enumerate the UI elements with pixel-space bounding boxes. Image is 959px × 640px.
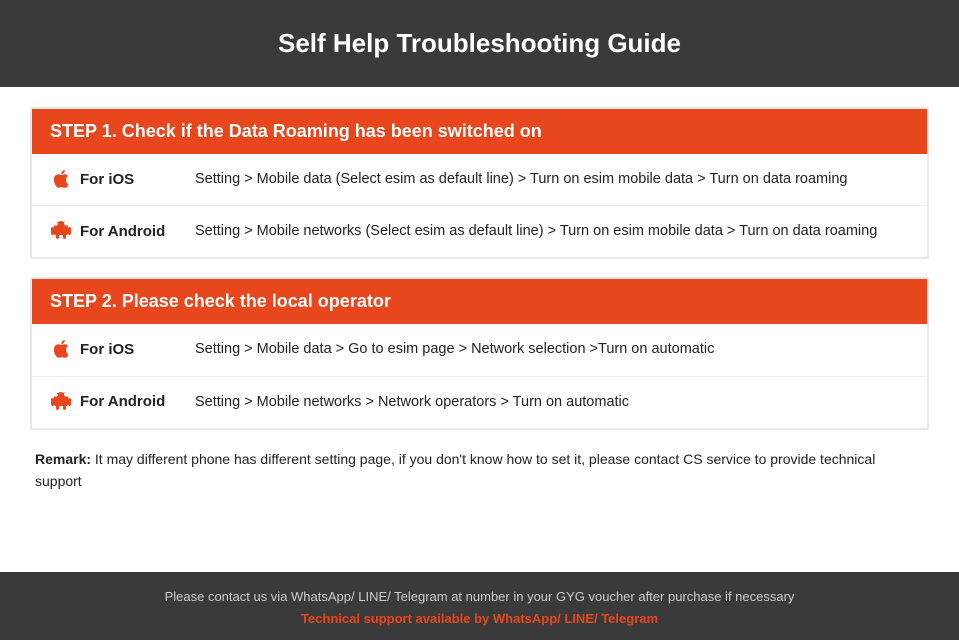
android-icon-2: [50, 391, 72, 413]
step2-ios-row: For iOS Setting > Mobile data > Go to es…: [32, 324, 927, 376]
footer-line1: Please contact us via WhatsApp/ LINE/ Te…: [20, 586, 939, 608]
remark-text: It may different phone has different set…: [35, 451, 875, 489]
step1-android-row: For Android Setting > Mobile networks (S…: [32, 206, 927, 257]
step1-ios-row: For iOS Setting > Mobile data (Select es…: [32, 154, 927, 206]
step1-header: STEP 1. Check if the Data Roaming has be…: [32, 109, 927, 154]
step2-android-platform: For Android: [80, 393, 165, 410]
step1-android-platform: For Android: [80, 223, 165, 240]
step1-card: STEP 1. Check if the Data Roaming has be…: [30, 107, 929, 259]
page-title: Self Help Troubleshooting Guide: [20, 28, 939, 59]
step1-android-text: Setting > Mobile networks (Select esim a…: [195, 220, 909, 243]
step2-title: STEP 2. Please check the local operator: [50, 291, 391, 311]
step2-ios-text: Setting > Mobile data > Go to esim page …: [195, 338, 909, 361]
main-content: STEP 1. Check if the Data Roaming has be…: [0, 87, 959, 572]
footer-line2: Technical support available by WhatsApp/…: [20, 608, 939, 630]
step1-ios-text: Setting > Mobile data (Select esim as de…: [195, 168, 909, 191]
step2-android-label: For Android: [50, 391, 195, 413]
step2-card: STEP 2. Please check the local operator …: [30, 277, 929, 429]
apple-icon-2: [50, 338, 72, 360]
remark-label: Remark:: [35, 451, 91, 467]
step1-android-label: For Android: [50, 220, 195, 242]
step2-android-row: For Android Setting > Mobile networks > …: [32, 377, 927, 428]
step1-ios-label: For iOS: [50, 168, 195, 190]
step2-android-text: Setting > Mobile networks > Network oper…: [195, 391, 909, 414]
footer: Please contact us via WhatsApp/ LINE/ Te…: [0, 572, 959, 640]
apple-icon: [50, 168, 72, 190]
step2-header: STEP 2. Please check the local operator: [32, 279, 927, 324]
page-header: Self Help Troubleshooting Guide: [0, 0, 959, 87]
step2-ios-label: For iOS: [50, 338, 195, 360]
android-icon: [50, 220, 72, 242]
step1-title: STEP 1. Check if the Data Roaming has be…: [50, 121, 542, 141]
step1-body: For iOS Setting > Mobile data (Select es…: [32, 154, 927, 257]
remark-section: Remark: It may different phone has diffe…: [30, 448, 929, 493]
step2-ios-platform: For iOS: [80, 341, 134, 358]
step1-ios-platform: For iOS: [80, 171, 134, 188]
step2-body: For iOS Setting > Mobile data > Go to es…: [32, 324, 927, 427]
